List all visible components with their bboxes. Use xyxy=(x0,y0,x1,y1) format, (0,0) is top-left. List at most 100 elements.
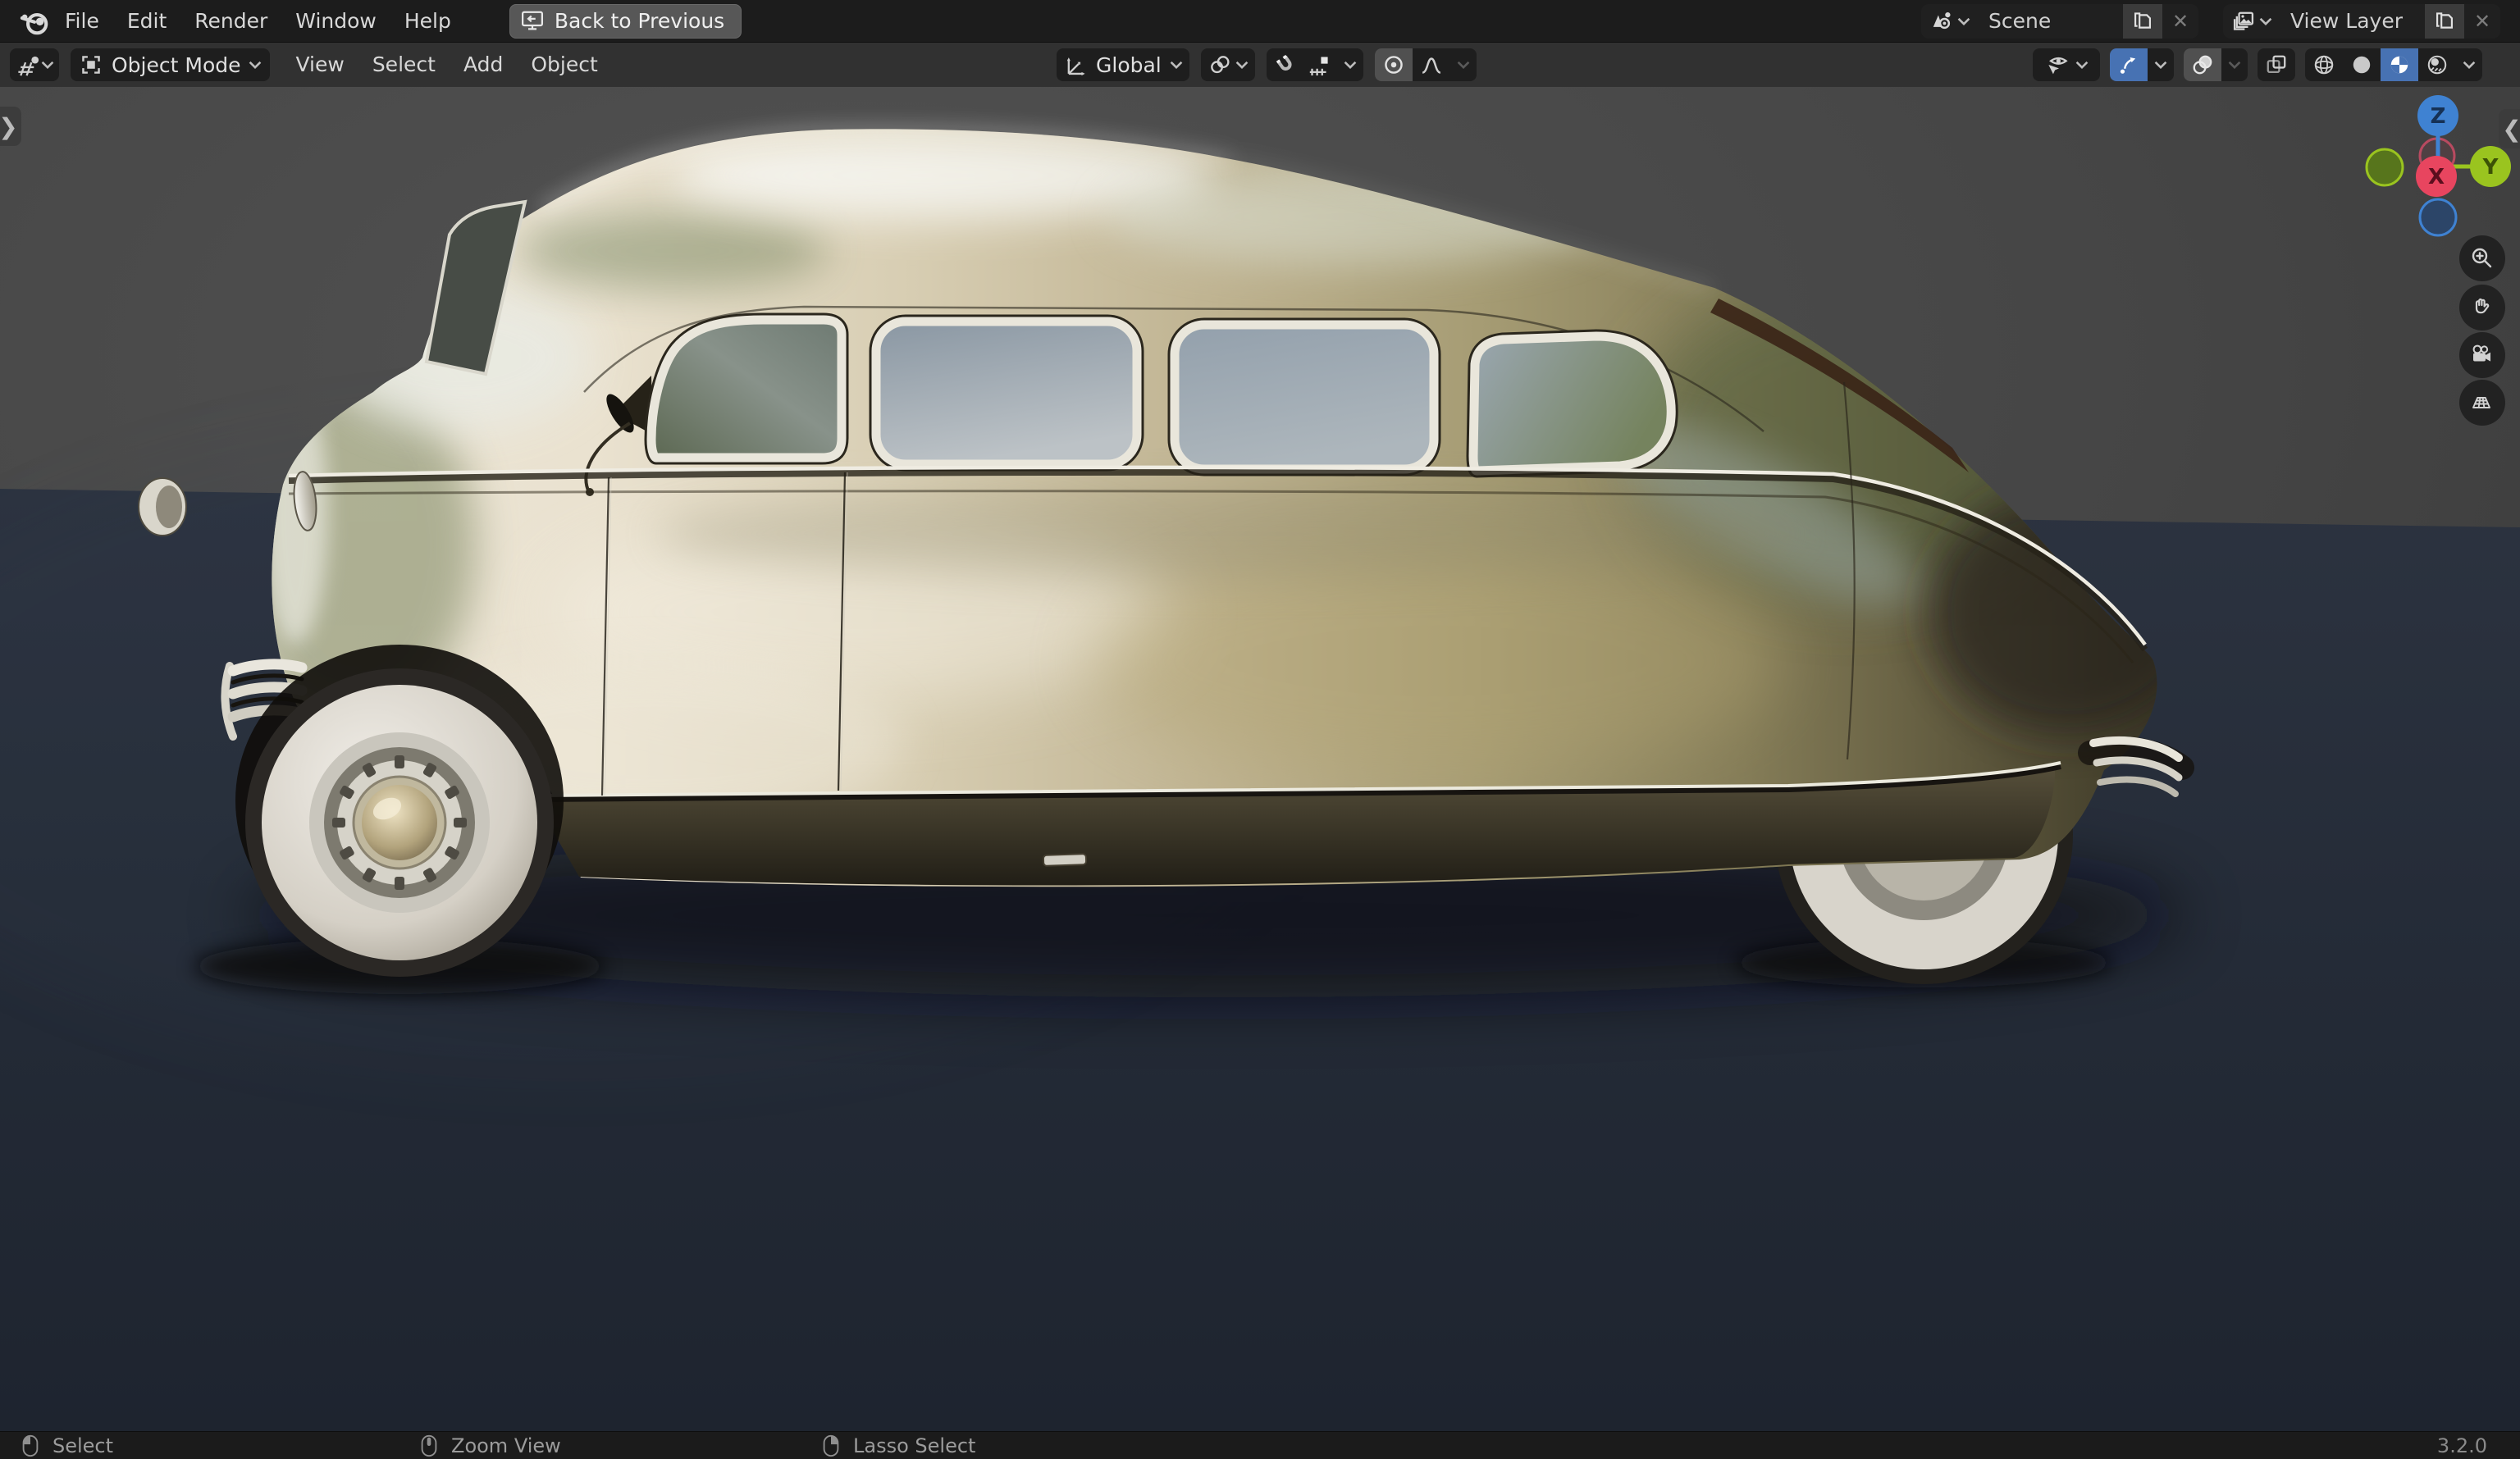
statusbar: Select Zoom View Lasso Select 3.2.0 xyxy=(0,1431,2520,1459)
mouse-middle-icon xyxy=(421,1434,437,1457)
window-4 xyxy=(1466,329,1678,478)
scene-icon xyxy=(1933,11,1951,29)
mouse-left-icon xyxy=(22,1434,39,1457)
proportional-dropdown xyxy=(1450,48,1477,81)
back-to-previous-button[interactable]: Back to Previous xyxy=(509,3,742,39)
status-lasso-label: Lasso Select xyxy=(853,1434,976,1457)
unlink-scene-button[interactable]: ✕ xyxy=(2162,4,2198,39)
shading-solid-button[interactable] xyxy=(2343,48,2381,81)
shading-dropdown[interactable] xyxy=(2456,48,2482,81)
pan-hand-button[interactable] xyxy=(2459,285,2505,331)
snap-mode-increment[interactable] xyxy=(1304,48,1337,81)
viewport-editor-icon xyxy=(18,56,39,76)
collapse-right-glyph: ❮ xyxy=(2502,116,2520,143)
wireframe-sphere-icon xyxy=(2314,55,2334,75)
pivot-point-selector[interactable] xyxy=(1200,48,1255,81)
blender-logo-icon[interactable] xyxy=(18,5,51,38)
orthographic-grid-button[interactable] xyxy=(2459,380,2505,426)
xray-toggle[interactable] xyxy=(2258,48,2295,81)
gizmo-arrow-icon xyxy=(2120,57,2136,74)
magnet-icon xyxy=(1276,54,1292,71)
editor-type-selector[interactable] xyxy=(10,48,59,81)
proportional-editing-toggle[interactable] xyxy=(1374,48,1413,81)
chevron-down-icon xyxy=(1170,61,1183,70)
new-view-layer-button[interactable] xyxy=(2425,3,2464,39)
view-layer-name-field[interactable]: View Layer xyxy=(2279,9,2425,33)
sidebar-expand-tab[interactable]: ❮ xyxy=(2499,109,2520,148)
xray-icon xyxy=(2267,55,2286,74)
view-layer-icon xyxy=(2233,11,2254,30)
window-2 xyxy=(869,314,1144,472)
blender-window: File Edit Render Window Help Back to Pre… xyxy=(0,0,2520,1459)
topbar: File Edit Render Window Help Back to Pre… xyxy=(0,0,2520,43)
proportional-circle-icon xyxy=(1384,56,1403,74)
proportional-falloff[interactable] xyxy=(1413,48,1450,81)
view-layer-browse-button[interactable] xyxy=(2223,4,2279,39)
remove-view-layer-button[interactable]: ✕ xyxy=(2464,4,2500,39)
increment-snap-icon xyxy=(1309,57,1328,75)
shading-rendered-button[interactable] xyxy=(2418,48,2456,81)
overlays-icon xyxy=(2193,55,2212,75)
menu-window[interactable]: Window xyxy=(281,0,390,43)
show-object-types[interactable] xyxy=(2038,48,2095,81)
visibility-controls xyxy=(2033,48,2100,81)
shading-material-preview-button[interactable] xyxy=(2381,48,2418,81)
new-scene-button[interactable] xyxy=(2123,3,2162,39)
axis-y-label: Y xyxy=(2482,155,2499,180)
overlays-dropdown xyxy=(2221,48,2248,81)
menu-edit[interactable]: Edit xyxy=(113,0,180,43)
toolbar-expand-tab[interactable]: ❯ xyxy=(0,107,21,146)
topbar-right: Scene ✕ View Layer ✕ xyxy=(1921,3,2500,39)
proportional-editing-controls xyxy=(1374,48,1477,81)
chevron-down-icon xyxy=(2075,61,2089,70)
scene-browse-button[interactable] xyxy=(1921,4,1977,39)
zoom-button[interactable] xyxy=(2459,235,2505,281)
show-overlays-toggle[interactable] xyxy=(2184,48,2221,81)
far-side-headlight xyxy=(138,477,187,536)
viewport-header: Object Mode View Select Add Object Globa… xyxy=(0,43,2520,87)
snapping-controls xyxy=(1266,48,1363,81)
menu-view[interactable]: View xyxy=(281,43,358,87)
scene-selector: Scene ✕ xyxy=(1921,3,2198,39)
chevron-down-icon xyxy=(1957,17,1970,25)
menu-file[interactable]: File xyxy=(51,0,113,43)
solid-sphere-icon xyxy=(2353,56,2371,74)
view-layer-selector: View Layer ✕ xyxy=(2223,3,2500,39)
axis-z-label: Z xyxy=(2431,104,2446,129)
back-to-previous-label: Back to Previous xyxy=(554,9,725,33)
axis-minus-y-ball[interactable] xyxy=(2365,148,2404,187)
window-1 xyxy=(644,312,849,465)
overlays-controls xyxy=(2184,48,2248,81)
chevron-down-icon xyxy=(41,61,54,70)
transform-orientation-selector[interactable]: Global xyxy=(1057,48,1189,81)
camera-view-button[interactable] xyxy=(2459,332,2505,378)
chevron-down-icon xyxy=(2228,61,2241,70)
snap-options-dropdown[interactable] xyxy=(1337,48,1363,81)
shading-wireframe-button[interactable] xyxy=(2305,48,2343,81)
scene-name-field[interactable]: Scene xyxy=(1977,9,2123,33)
show-gizmos-toggle[interactable] xyxy=(2110,48,2148,81)
menu-select[interactable]: Select xyxy=(358,43,450,87)
menu-object[interactable]: Object xyxy=(517,43,611,87)
mode-label: Object Mode xyxy=(112,52,241,77)
mode-selector[interactable]: Object Mode xyxy=(71,48,271,81)
status-zoom-hint: Zoom View xyxy=(420,1432,561,1459)
gizmos-controls xyxy=(2110,48,2174,81)
material-sphere-icon xyxy=(2390,56,2408,74)
mouse-right-icon xyxy=(823,1434,839,1457)
orientation-label: Global xyxy=(1096,52,1162,77)
orientation-axes-icon xyxy=(1066,57,1085,75)
door-step xyxy=(1042,853,1088,867)
axis-minus-z-ball[interactable] xyxy=(2418,198,2458,237)
menu-render[interactable]: Render xyxy=(180,0,281,43)
3d-viewport[interactable]: Z Y X ❯ ❮ xyxy=(0,87,2520,1431)
shading-controls xyxy=(2305,48,2482,81)
status-select-hint: Select xyxy=(21,1432,113,1459)
gizmos-dropdown[interactable] xyxy=(2148,48,2174,81)
menu-add[interactable]: Add xyxy=(450,43,517,87)
menu-help[interactable]: Help xyxy=(390,0,465,43)
snap-toggle[interactable] xyxy=(1267,48,1304,81)
duplicate-icon xyxy=(2134,11,2151,29)
rendered-sphere-icon xyxy=(2427,55,2447,75)
chevron-down-icon xyxy=(1235,61,1249,70)
